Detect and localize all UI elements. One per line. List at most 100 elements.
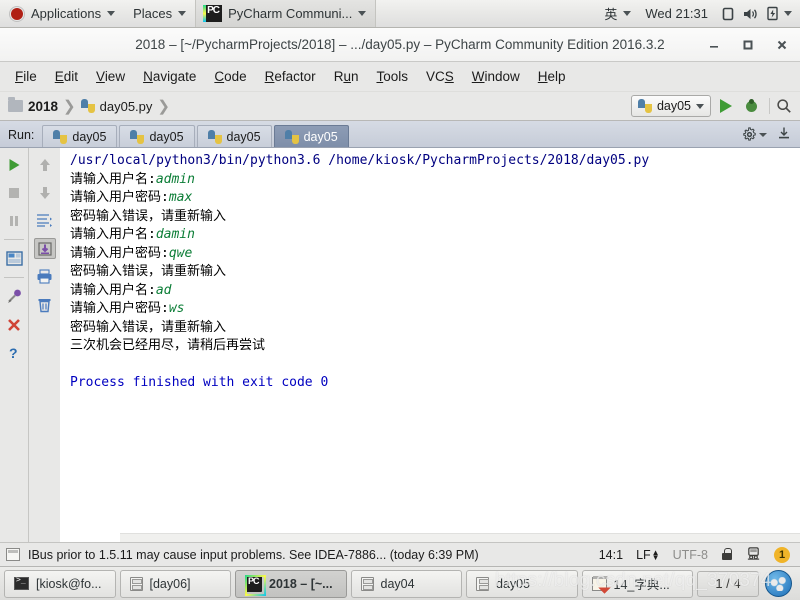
run-configuration-label: day05 [656,99,691,113]
display-icon[interactable] [718,4,738,24]
background-tasks-icon[interactable] [746,546,761,564]
console-prompt: 请输入用户名: [70,282,156,298]
clock-label: Wed 21:31 [645,6,708,21]
taskbar-item-day04[interactable]: day04 [350,569,462,598]
python-config-icon [637,99,652,113]
menu-item-help[interactable]: Help [529,62,575,92]
notification-badge[interactable]: 1 [774,546,790,563]
breadcrumb-project[interactable]: 2018 [8,97,62,114]
print-button[interactable] [34,266,56,287]
arrow-up-icon [39,158,50,171]
bug-icon [744,98,760,114]
layout-button[interactable] [3,248,25,269]
active-application-menu[interactable]: PC PyCharm Communi... [195,0,377,27]
workspace-switcher-icon[interactable] [765,570,792,597]
close-button[interactable] [3,314,25,335]
applications-menu[interactable]: Applications [0,0,124,27]
volume-icon[interactable] [740,4,760,24]
console-lines: 请输入用户名:admin 请输入用户密码:max 密码输入错误，请重新输入 请输… [70,171,800,356]
search-everywhere-button[interactable] [769,98,792,114]
taskbar-item-day06[interactable]: [day06] [119,569,231,598]
menu-item-run[interactable]: Run [325,62,368,92]
chevron-down-icon [759,132,767,137]
input-method-label: 英 [604,7,618,22]
menu-item-vcs[interactable]: VCS [417,62,463,92]
os-taskbar: [kiosk@fo... [day06] PC 2018 – [~... day… [0,566,800,600]
run-tool-window-title: Run: [8,128,35,142]
chevron-down-icon [696,103,704,109]
run-console-toolbar [28,148,60,542]
pycharm-icon: PC [245,575,262,592]
taskbar-item-notepad[interactable]: 14_字典... [581,569,693,598]
console-prompt: 请输入用户密码: [70,190,169,205]
encoding[interactable]: UTF-8 [673,548,708,562]
debug-button[interactable] [741,98,763,114]
status-bar-message[interactable]: IBus prior to 1.5.11 may cause input pro… [28,548,479,562]
scroll-to-end-button[interactable] [33,238,56,259]
soft-wrap-button[interactable] [34,210,56,231]
taskbar-item-day05[interactable]: day05 [466,569,578,598]
applications-menu-label: Applications [31,6,102,21]
window-title-bar: 2018 – [~/PycharmProjects/2018] – .../da… [0,28,800,62]
event-log-icon[interactable] [6,548,20,561]
taskbar-item-terminal[interactable]: [kiosk@fo... [4,569,116,598]
menu-item-navigate[interactable]: Navigate [134,62,205,92]
menu-item-file[interactable]: File [6,62,46,92]
clock[interactable]: Wed 21:31 [637,0,716,27]
status-bar-right: 14:1 LF ▲ ▼ UTF-8 1 [599,546,794,564]
run-tab-3[interactable]: day05 [196,125,272,147]
console-line: 密码输入错误，请重新输入 [70,319,800,338]
ubuntu-logo-icon [9,5,25,22]
clear-all-button[interactable] [34,294,56,315]
console-user-input: max [168,190,193,205]
run-configuration-selector[interactable]: day05 [630,95,711,117]
menu-item-code[interactable]: Code [205,62,255,92]
run-left-toolbar: ? [0,148,28,542]
run-tab-1[interactable]: day05 [42,125,118,147]
workspace-count[interactable]: 1 / 4 [697,570,759,597]
stop-button[interactable] [3,182,25,203]
maximize-button[interactable] [740,37,756,53]
help-button[interactable]: ? [3,342,25,363]
gear-button[interactable] [742,127,767,142]
down-arrow-button[interactable] [34,182,56,203]
run-tab-4[interactable]: day05 [273,125,349,147]
hide-window-button[interactable] [777,126,791,143]
menu-item-refactor[interactable]: Refactor [256,62,325,92]
line-separator[interactable]: LF ▲ ▼ [636,548,660,562]
system-menu-chevron-icon[interactable] [784,11,792,16]
breadcrumb-file[interactable]: day05.py [80,99,157,114]
arrow-down-icon [39,186,50,199]
menu-item-window[interactable]: Window [463,62,529,92]
caret-position[interactable]: 14:1 [599,548,623,562]
pause-button[interactable] [3,210,25,231]
console-prompt: 密码输入错误，请重新输入 [70,264,227,279]
run-button[interactable] [717,99,735,113]
console-output[interactable]: /usr/local/python3/bin/python3.6 /home/k… [60,148,800,542]
console-user-input: ad [155,282,172,298]
menu-item-tools[interactable]: Tools [367,62,417,92]
console-line: 请输入用户密码:max [70,189,800,208]
menu-item-edit[interactable]: Edit [46,62,87,92]
pin-tab-button[interactable] [3,286,25,307]
scroll-to-end-icon [37,241,52,256]
places-menu[interactable]: Places [124,0,195,27]
input-method-indicator[interactable]: 英 [600,0,635,27]
menu-item-view[interactable]: View [87,62,134,92]
rerun-button[interactable] [3,154,25,175]
console-prompt: 三次机会已经用尽，请稍后再尝试 [70,338,266,353]
file-manager-icon [476,576,489,591]
pycharm-window: 2018 – [~/PycharmProjects/2018] – .../da… [0,28,800,566]
taskbar-item-label: [day06] [149,576,191,591]
close-button[interactable] [774,37,790,53]
up-arrow-button[interactable] [34,154,56,175]
run-tab-2[interactable]: day05 [119,125,195,147]
python-tab-icon [53,129,68,144]
console-horizontal-scrollbar[interactable] [120,533,800,542]
read-only-lock-icon[interactable] [721,548,733,561]
gnome-top-panel: Applications Places PC PyCharm Communi..… [0,0,800,28]
taskbar-item-pycharm[interactable]: PC 2018 – [~... [235,569,347,598]
battery-icon[interactable] [762,4,782,24]
minimize-button[interactable] [706,37,722,53]
